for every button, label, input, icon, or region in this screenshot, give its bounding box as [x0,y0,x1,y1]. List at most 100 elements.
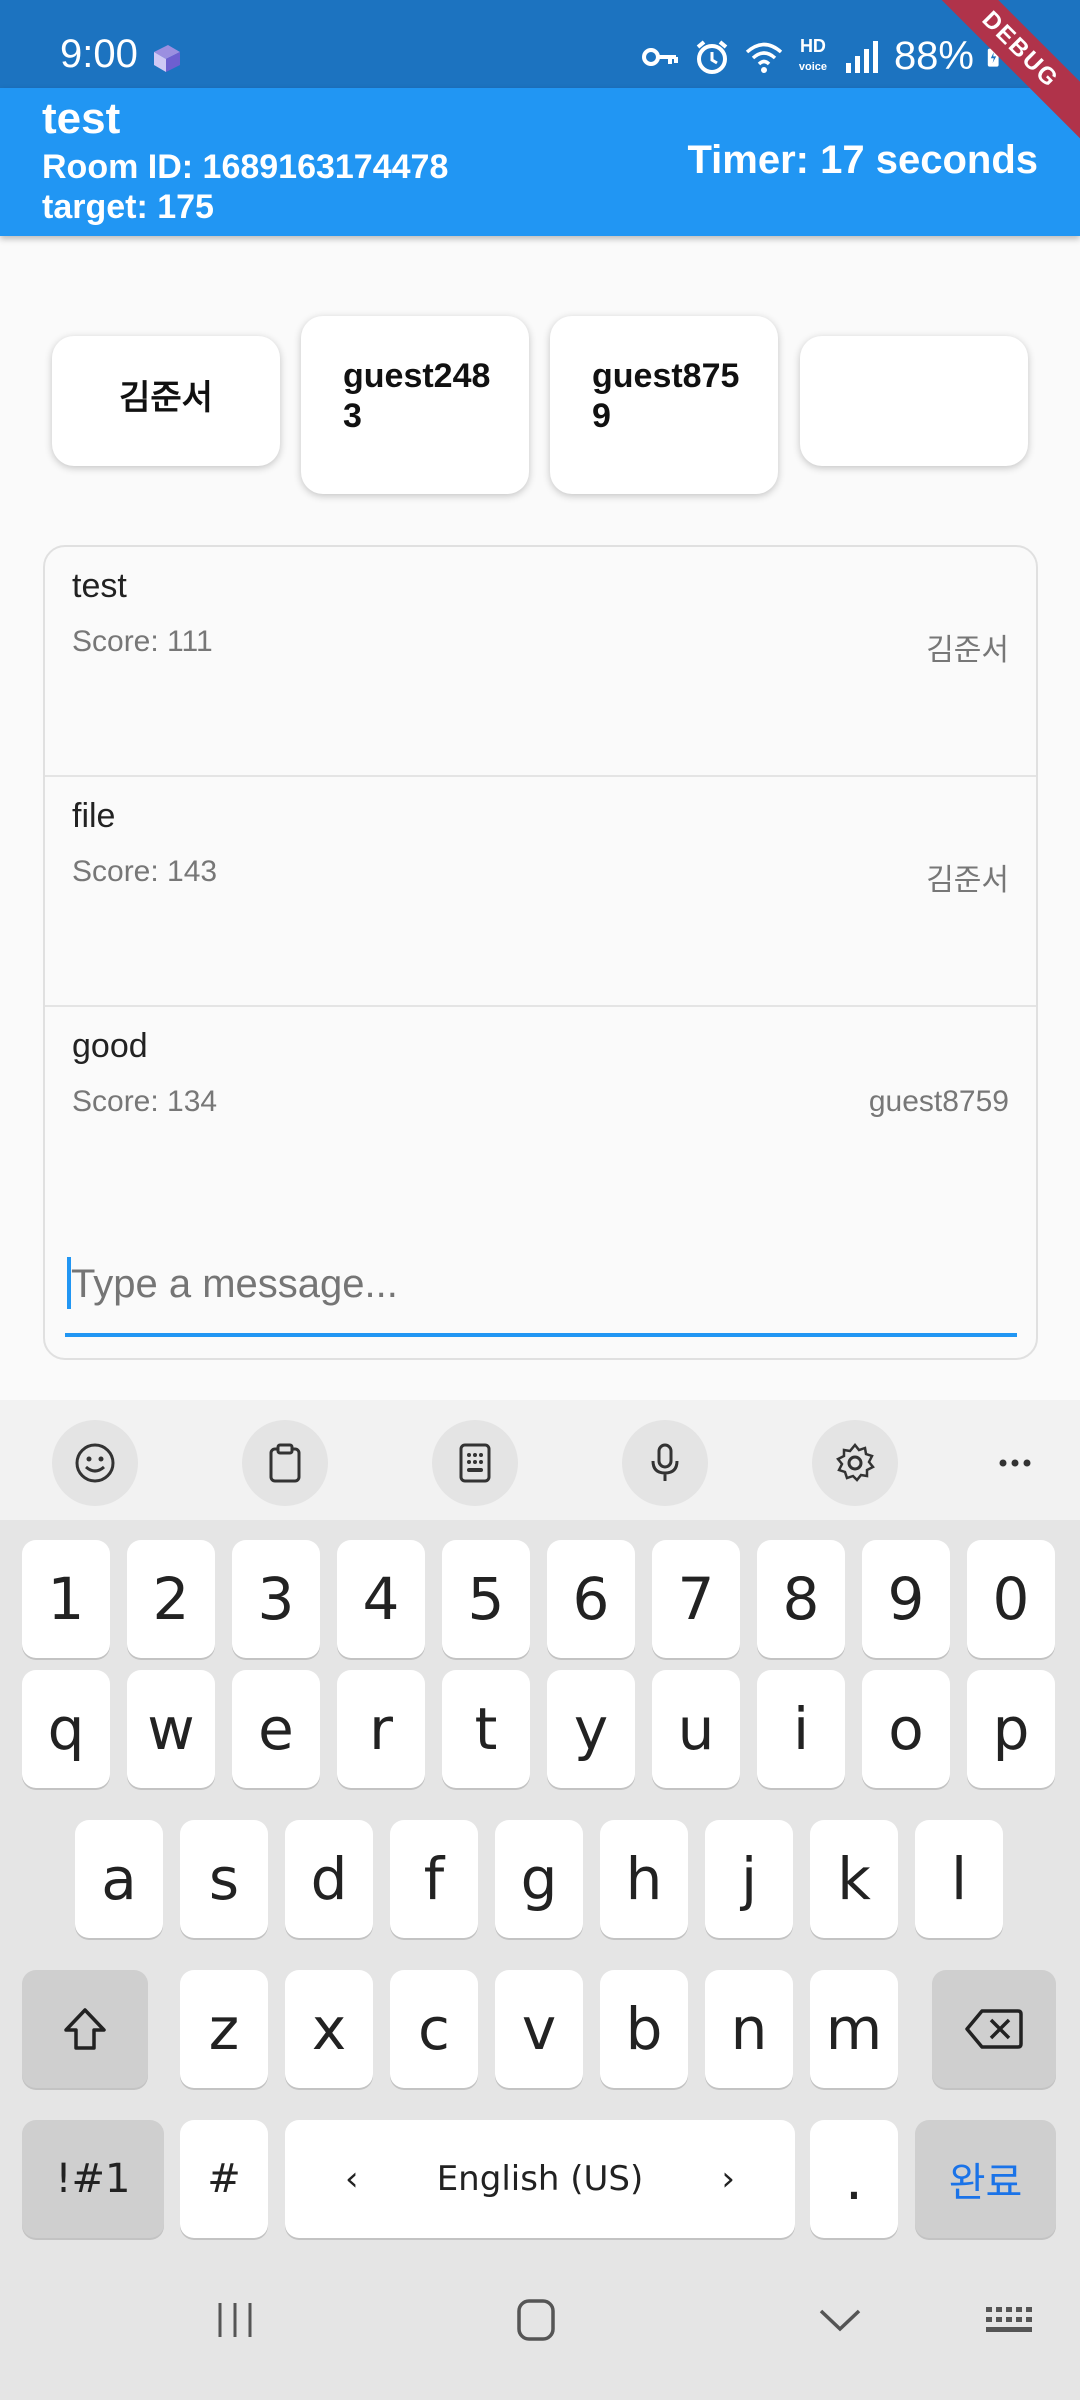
chat-panel: test Score: 111 김준서 file Score: 143 김준서 … [43,545,1038,1360]
shift-key[interactable] [22,1970,148,2088]
message-item: good Score: 134 guest8759 [45,1007,1036,1237]
space-label: English (US) [436,2159,644,2199]
input-underline [65,1333,1017,1337]
message-score: Score: 134 [72,1085,218,1118]
chevron-right-icon: › [721,2159,735,2199]
back-icon[interactable] [800,2280,880,2360]
key-g[interactable]: g [495,1820,583,1938]
key-v[interactable]: v [495,1970,583,2088]
timer: Timer: 17 seconds [687,138,1038,182]
key-6[interactable]: 6 [547,1540,635,1658]
settings-icon[interactable] [812,1420,898,1506]
text-cursor [67,1257,71,1309]
message-text: file [72,797,116,835]
app-notification-icon [154,45,180,72]
message-user: 김준서 [926,864,1009,897]
player-card[interactable]: guest8759 [550,316,778,494]
key-z[interactable]: z [180,1970,268,2088]
signal-icon [845,40,878,73]
key-w[interactable]: w [127,1670,215,1788]
recents-icon[interactable] [195,2280,275,2360]
hd-voice-icon: HD voice [798,36,827,73]
done-key[interactable]: 완료 [915,2120,1056,2238]
hash-key[interactable]: # [180,2120,268,2238]
keyboard-toolbar [0,1400,1080,1520]
key-s[interactable]: s [180,1820,268,1938]
battery-percent: 88% [893,34,974,78]
player-card[interactable]: 김준서 [52,336,280,466]
key-9[interactable]: 9 [862,1540,950,1658]
key-3[interactable]: 3 [232,1540,320,1658]
chevron-left-icon: ‹ [345,2159,359,2199]
key-0[interactable]: 0 [967,1540,1055,1658]
player-list: 김준서 guest2483 guest8759 [52,312,1028,494]
player-name: guest2483 [343,357,491,435]
target-score: target: 175 [42,188,214,226]
key-r[interactable]: r [337,1670,425,1788]
keyboard-switch-icon[interactable] [970,2280,1050,2360]
shift-icon [64,2008,106,2050]
symbols-key[interactable]: !#1 [22,2120,164,2238]
key-e[interactable]: e [232,1670,320,1788]
key-t[interactable]: t [442,1670,530,1788]
key-5[interactable]: 5 [442,1540,530,1658]
key-j[interactable]: j [705,1820,793,1938]
key-7[interactable]: 7 [652,1540,740,1658]
alarm-icon [696,39,728,74]
player-name: 김준서 [119,379,213,417]
key-k[interactable]: k [810,1820,898,1938]
key-m[interactable]: m [810,1970,898,2088]
player-name: guest8759 [592,357,740,435]
message-input[interactable] [65,1237,1017,1332]
key-f[interactable]: f [390,1820,478,1938]
key-1[interactable]: 1 [22,1540,110,1658]
backspace-key[interactable] [932,1970,1056,2088]
backspace-icon [965,2009,1023,2049]
key-n[interactable]: n [705,1970,793,2088]
message-input-container[interactable] [65,1237,1017,1337]
key-q[interactable]: q [22,1670,110,1788]
message-score: Score: 111 [72,625,213,658]
status-bar: 9:00 HD voice 88% [0,0,1080,88]
message-item: file Score: 143 김준서 [45,777,1036,1007]
more-icon[interactable] [972,1420,1058,1506]
player-card[interactable]: guest2483 [301,316,529,494]
key-8[interactable]: 8 [757,1540,845,1658]
key-u[interactable]: u [652,1670,740,1788]
message-text: test [72,567,127,605]
mic-icon[interactable] [622,1420,708,1506]
navigation-bar [0,2240,1080,2400]
vpn-key-icon [641,47,678,66]
key-c[interactable]: c [390,1970,478,2088]
key-l[interactable]: l [915,1820,1003,1938]
key-d[interactable]: d [285,1820,373,1938]
clipboard-icon[interactable] [242,1420,328,1506]
key-h[interactable]: h [600,1820,688,1938]
key-y[interactable]: y [547,1670,635,1788]
period-key[interactable]: . [810,2120,898,2238]
keyboard: 1 2 3 4 5 6 7 8 9 0 q w e r t y u i o p … [0,1520,1080,2240]
status-icons: HD voice 88% [640,34,1010,79]
message-user: guest8759 [868,1085,1009,1118]
key-a[interactable]: a [75,1820,163,1938]
room-id: Room ID: 1689163174478 [42,148,449,186]
key-i[interactable]: i [757,1670,845,1788]
space-key[interactable]: ‹ English (US) › [285,2120,795,2238]
message-item: test Score: 111 김준서 [45,547,1036,777]
message-user: 김준서 [926,634,1009,667]
emoji-icon[interactable] [52,1420,138,1506]
keypad-icon[interactable] [432,1420,518,1506]
player-card-empty[interactable] [800,336,1028,466]
room-title: test [42,94,121,143]
key-4[interactable]: 4 [337,1540,425,1658]
key-p[interactable]: p [967,1670,1055,1788]
key-b[interactable]: b [600,1970,688,2088]
message-text: good [72,1027,148,1065]
wifi-icon [745,42,783,73]
home-icon[interactable] [496,2280,576,2360]
status-time: 9:00 [60,32,138,76]
app-bar: test Room ID: 1689163174478 target: 175 … [0,88,1080,236]
key-o[interactable]: o [862,1670,950,1788]
key-2[interactable]: 2 [127,1540,215,1658]
key-x[interactable]: x [285,1970,373,2088]
